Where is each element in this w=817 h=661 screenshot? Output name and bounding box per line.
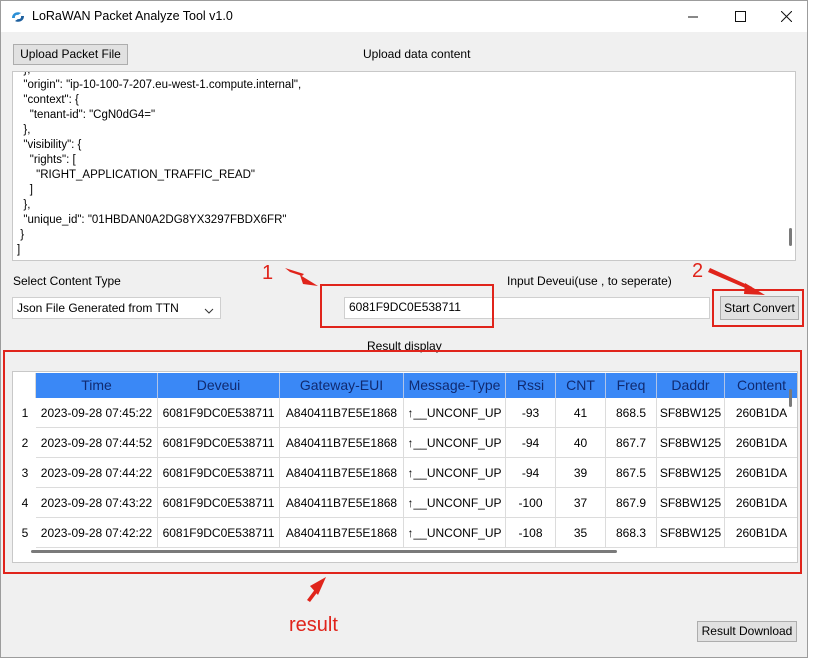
arrow-annotation-icon — [285, 268, 765, 602]
